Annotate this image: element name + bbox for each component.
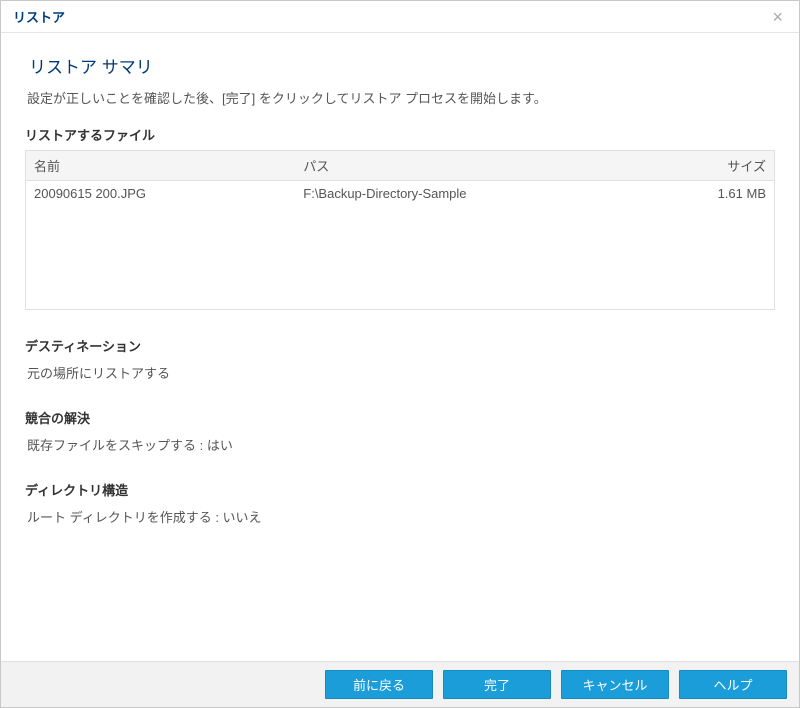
col-path[interactable]: パス	[295, 151, 654, 181]
files-table-wrap[interactable]: 名前 パス サイズ 20090615 200.JPG F:\Backup-Dir…	[25, 150, 775, 310]
files-section: リストアするファイル 名前 パス サイズ	[25, 125, 775, 310]
files-table: 名前 パス サイズ 20090615 200.JPG F:\Backup-Dir…	[26, 151, 774, 206]
conflict-value: 既存ファイルをスキップする : はい	[27, 435, 775, 454]
destination-label: デスティネーション	[25, 336, 775, 355]
titlebar: リストア ×	[1, 1, 799, 33]
col-name[interactable]: 名前	[26, 151, 295, 181]
back-button[interactable]: 前に戻る	[325, 670, 433, 699]
table-row[interactable]: 20090615 200.JPG F:\Backup-Directory-Sam…	[26, 181, 774, 207]
close-icon[interactable]: ×	[768, 8, 787, 26]
conflict-label: 競合の解決	[25, 408, 775, 427]
dialog-content: リストア サマリ 設定が正しいことを確認した後、[完了] をクリックしてリストア…	[1, 33, 799, 661]
finish-button[interactable]: 完了	[443, 670, 551, 699]
page-heading: リストア サマリ	[29, 53, 775, 78]
directory-value: ルート ディレクトリを作成する : いいえ	[27, 507, 775, 526]
dialog-footer: 前に戻る 完了 キャンセル ヘルプ	[1, 661, 799, 707]
directory-label: ディレクトリ構造	[25, 480, 775, 499]
cell-path: F:\Backup-Directory-Sample	[295, 181, 654, 207]
cell-size: 1.61 MB	[654, 181, 774, 207]
conflict-section: 競合の解決 既存ファイルをスキップする : はい	[25, 408, 775, 454]
dialog-title: リストア	[13, 7, 65, 26]
help-button[interactable]: ヘルプ	[679, 670, 787, 699]
col-size[interactable]: サイズ	[654, 151, 774, 181]
restore-dialog: リストア × リストア サマリ 設定が正しいことを確認した後、[完了] をクリッ…	[0, 0, 800, 708]
cancel-button[interactable]: キャンセル	[561, 670, 669, 699]
directory-section: ディレクトリ構造 ルート ディレクトリを作成する : いいえ	[25, 480, 775, 526]
destination-section: デスティネーション 元の場所にリストアする	[25, 336, 775, 382]
files-section-label: リストアするファイル	[25, 125, 775, 144]
cell-name: 20090615 200.JPG	[26, 181, 295, 207]
destination-value: 元の場所にリストアする	[27, 363, 775, 382]
instruction-text: 設定が正しいことを確認した後、[完了] をクリックしてリストア プロセスを開始し…	[27, 88, 775, 107]
